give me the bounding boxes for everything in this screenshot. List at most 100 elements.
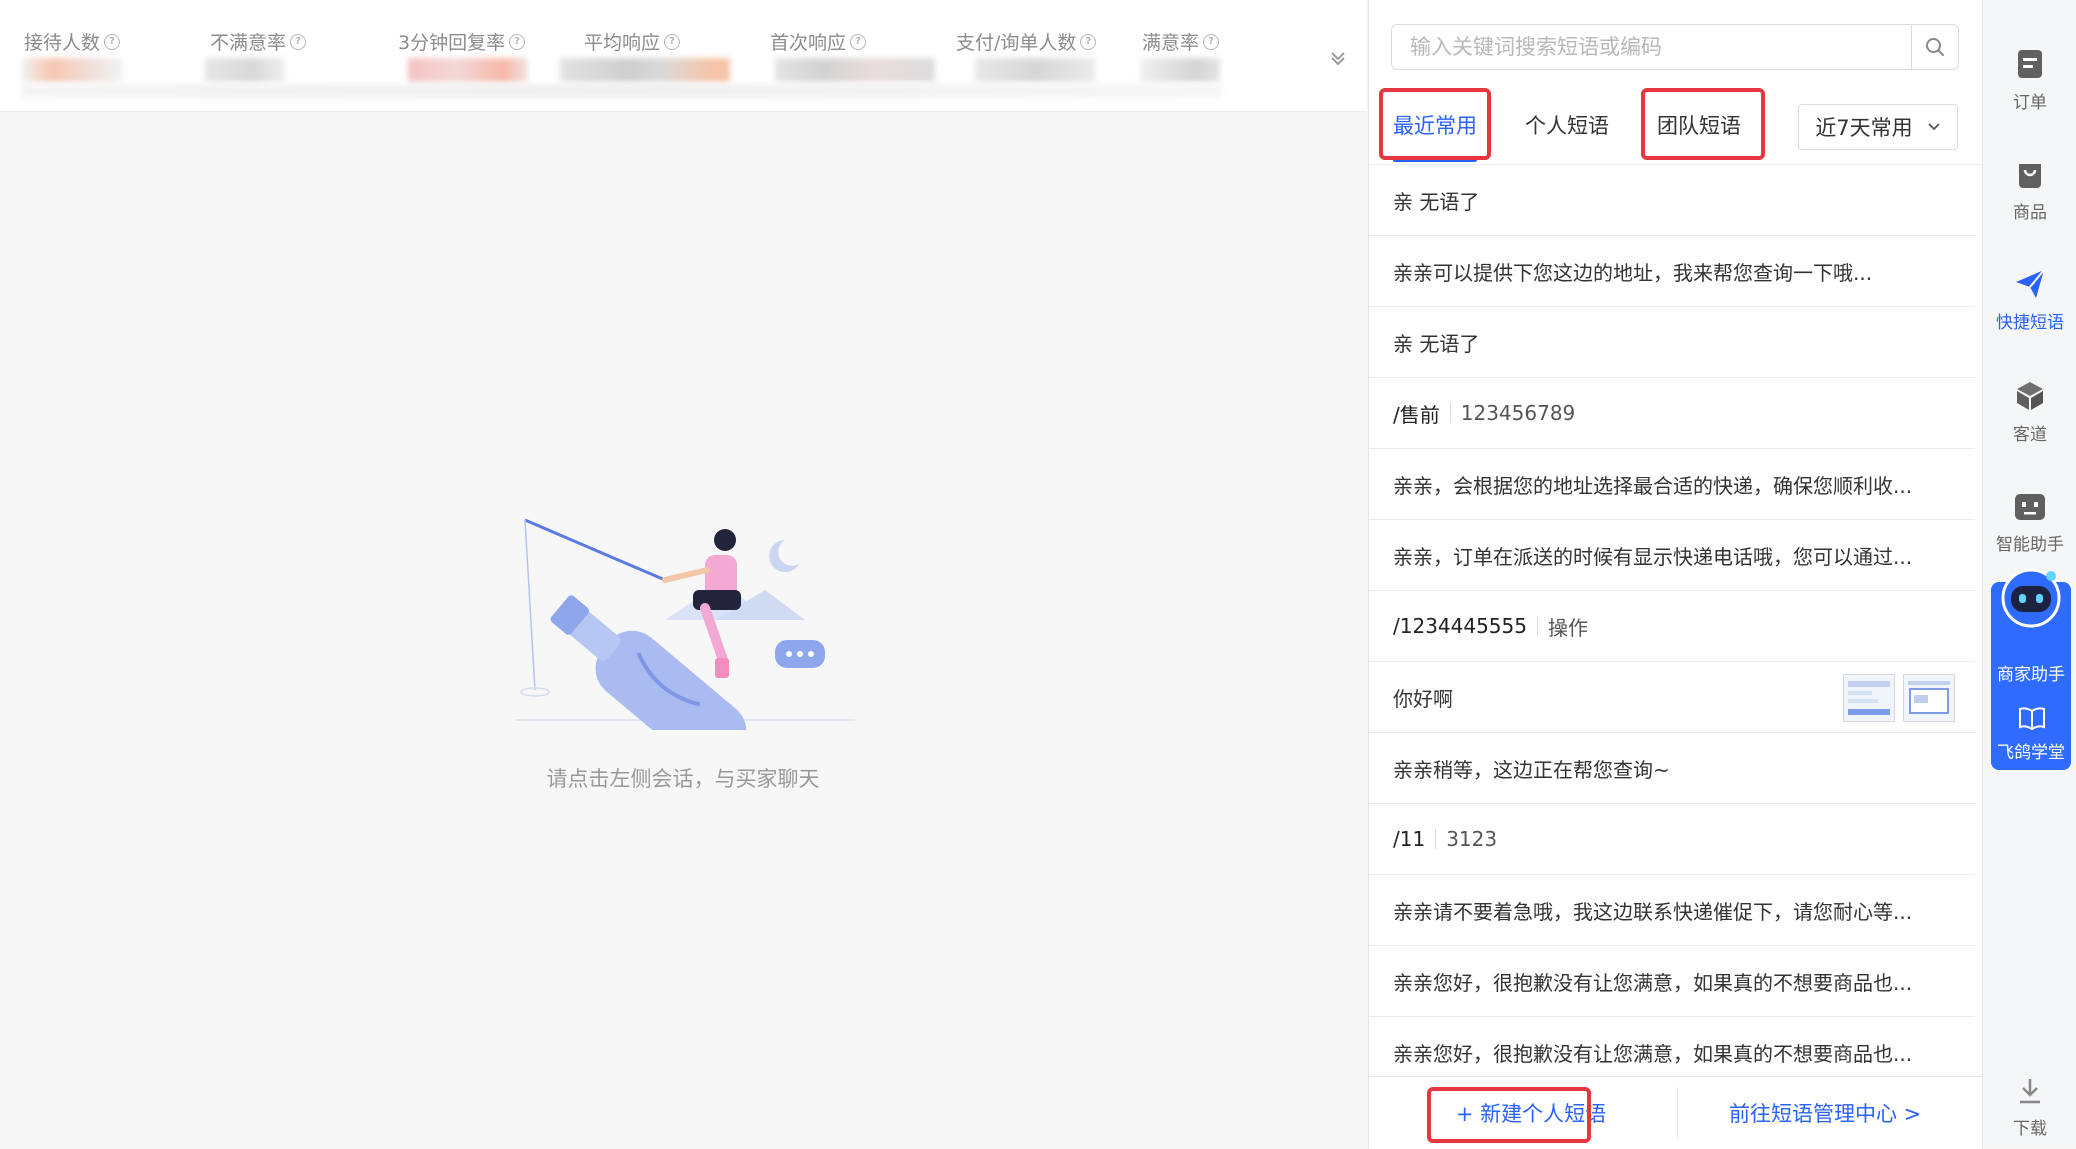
image-thumbnail[interactable] xyxy=(1843,674,1895,722)
stat-label: 平均响应 xyxy=(584,32,661,54)
academy-label: 飞鸽学堂 xyxy=(1997,743,2065,763)
highlight-box xyxy=(1641,88,1765,160)
download-icon xyxy=(2020,1079,2040,1104)
phrase-item[interactable]: 亲亲，订单在派送的时候有显示快递电话哦，您可以通过... xyxy=(1369,520,1975,591)
phrase-item[interactable]: 亲亲可以提供下您这边的地址，我来帮您查询一下哦... xyxy=(1369,236,1975,307)
range-select[interactable]: 近7天常用 xyxy=(1798,104,1958,150)
phrase-text: 亲亲请不要着急哦，我这边联系快递催促下，请您耐心等... xyxy=(1393,899,1913,924)
phrase-code: /售前 xyxy=(1393,402,1440,427)
panel-footer: + 新建个人短语 前往短语管理中心 > xyxy=(1369,1076,1982,1149)
toolbar-label: 下载 xyxy=(2013,1119,2047,1139)
help-circle-icon[interactable]: ? xyxy=(104,33,121,50)
phrase-text: 亲亲您好，很抱歉没有让您满意，如果真的不想要商品也... xyxy=(1393,1041,1913,1066)
phrase-item[interactable]: 亲亲请不要着急哦，我这边联系快递催促下，请您耐心等... xyxy=(1369,875,1975,946)
stat-reception-count: 接待人数 ? xyxy=(24,28,121,55)
book-icon xyxy=(2019,707,2045,730)
phrase-item[interactable]: 亲 无语了 xyxy=(1369,307,1975,378)
help-circle-icon[interactable]: ? xyxy=(509,33,526,50)
stat-label: 接待人数 xyxy=(24,32,101,54)
stat-3min-reply-rate: 3分钟回复率 ? xyxy=(398,28,526,55)
cube-icon xyxy=(2017,382,2043,410)
phrase-item[interactable]: 你好啊 xyxy=(1369,662,1975,733)
divider xyxy=(1677,1087,1678,1139)
phrase-item[interactable]: /售前 123456789 xyxy=(1369,378,1975,449)
toolbar-item-kedao[interactable]: 客道 xyxy=(1983,380,2076,445)
phrase-code: /1234445555 xyxy=(1393,614,1527,638)
image-icon xyxy=(1848,681,1890,715)
blurred-value xyxy=(1140,58,1220,82)
merchant-assistant-label: 商家助手 xyxy=(1997,665,2065,685)
help-circle-icon[interactable]: ? xyxy=(850,33,867,50)
toolbar-label: 商品 xyxy=(2013,203,2047,223)
toolbar-item-quick-phrase[interactable]: 快捷短语 xyxy=(1983,268,2076,333)
chevron-double-down-icon[interactable] xyxy=(1327,47,1349,69)
stat-satisfaction-rate: 满意率 ? xyxy=(1142,28,1220,55)
toolbar-item-product[interactable]: 商品 xyxy=(1983,158,2076,223)
blurred-value xyxy=(205,58,285,82)
toolbar-item-download[interactable]: 下载 xyxy=(1983,1076,2076,1139)
phrase-item[interactable]: 亲亲稍等，这边正在帮您查询~ xyxy=(1369,733,1975,804)
phrase-item[interactable]: 亲亲，会根据您的地址选择最合适的快递，确保您顺利收... xyxy=(1369,449,1975,520)
toolbar-item-order[interactable]: 订单 xyxy=(1983,48,2076,113)
stat-label: 满意率 xyxy=(1142,32,1200,54)
toolbar-label: 快捷短语 xyxy=(1996,313,2064,333)
robot-avatar-icon xyxy=(2001,568,2061,628)
blurred-value xyxy=(975,58,1095,82)
toolbar-item-smart-assistant[interactable]: 智能助手 xyxy=(1983,490,2076,555)
phrase-text: 亲 无语了 xyxy=(1393,331,1480,356)
stat-dissatisfaction-rate: 不满意率 ? xyxy=(210,28,307,55)
search-input[interactable] xyxy=(1392,27,1911,67)
highlight-box xyxy=(1379,88,1491,160)
phrase-manage-center-link[interactable]: 前往短语管理中心 > xyxy=(1729,1077,1921,1149)
phrase-text: 亲亲，订单在派送的时候有显示快递电话哦，您可以通过... xyxy=(1393,544,1913,569)
stat-label: 3分钟回复率 xyxy=(398,32,506,54)
phrase-code: /11 xyxy=(1393,827,1426,851)
stats-bar: 接待人数 ? 不满意率 ? 3分钟回复率 ? 平均响应 ? 首次响应 ? 支付/… xyxy=(0,0,1366,112)
toolbar-label: 客道 xyxy=(2013,425,2047,445)
robot-face-icon xyxy=(2015,494,2045,520)
phrase-item[interactable]: /1234445555 操作 xyxy=(1369,591,1975,662)
stat-label: 首次响应 xyxy=(770,32,847,54)
phrase-item[interactable]: /11 3123 xyxy=(1369,804,1975,875)
toolbar-label: 智能助手 xyxy=(1996,535,2064,555)
stat-label: 支付/询单人数 xyxy=(956,32,1077,54)
tab-personal[interactable]: 个人短语 xyxy=(1525,110,1609,140)
help-circle-icon[interactable]: ? xyxy=(290,33,307,50)
highlight-box xyxy=(1427,1087,1591,1143)
stat-first-response: 首次响应 ? xyxy=(770,28,867,55)
phrase-text: 亲亲您好，很抱歉没有让您满意，如果真的不想要商品也... xyxy=(1393,970,1913,995)
phrase-text: 3123 xyxy=(1446,827,1498,851)
search-icon xyxy=(1926,38,1944,56)
blurred-value xyxy=(22,84,1222,98)
right-toolbar: 订单 商品 快捷短语 客道 智能助手 商家助手 飞鸽学堂 下载 xyxy=(1982,0,2076,1148)
phrase-text: 亲亲，会根据您的地址选择最合适的快递，确保您顺利收... xyxy=(1393,473,1913,498)
phrase-item[interactable]: 亲亲您好，很抱歉没有让您满意，如果真的不想要商品也... xyxy=(1369,946,1975,1017)
blurred-value xyxy=(22,58,122,82)
stat-label: 不满意率 xyxy=(210,32,287,54)
chevron-down-icon xyxy=(1928,123,1940,131)
search-button[interactable] xyxy=(1911,25,1958,69)
phrase-text: 亲 无语了 xyxy=(1393,189,1480,214)
image-icon xyxy=(1908,681,1950,714)
fishing-person-illustration xyxy=(515,518,855,730)
divider xyxy=(1435,829,1437,849)
merchant-assistant-card[interactable]: 商家助手 飞鸽学堂 xyxy=(1991,568,2071,770)
phrase-tabs: 最近常用 个人短语 团队短语 近7天常用 xyxy=(1369,88,1982,165)
phrase-item[interactable]: 亲 无语了 xyxy=(1369,165,1975,236)
help-circle-icon[interactable]: ? xyxy=(1080,33,1097,50)
phrase-text: 亲亲可以提供下您这边的地址，我来帮您查询一下哦... xyxy=(1393,260,1873,285)
order-icon xyxy=(2018,50,2042,78)
phrase-text: 123456789 xyxy=(1460,401,1576,425)
help-circle-icon[interactable]: ? xyxy=(664,33,681,50)
stat-pay-inquiry: 支付/询单人数 ? xyxy=(956,28,1097,55)
help-circle-icon[interactable]: ? xyxy=(1203,33,1220,50)
empty-chat-hint: 请点击左侧会话，与买家聊天 xyxy=(546,767,820,791)
phrase-text: 操作 xyxy=(1547,615,1588,640)
search-box xyxy=(1391,24,1959,70)
blurred-value xyxy=(560,58,730,82)
paper-plane-icon xyxy=(2016,269,2045,298)
phrase-list: 亲 无语了 亲亲可以提供下您这边的地址，我来帮您查询一下哦... 亲 无语了 /… xyxy=(1369,165,1975,1088)
product-bag-icon xyxy=(2019,164,2041,188)
blurred-value xyxy=(775,58,935,82)
image-thumbnail[interactable] xyxy=(1903,674,1955,722)
